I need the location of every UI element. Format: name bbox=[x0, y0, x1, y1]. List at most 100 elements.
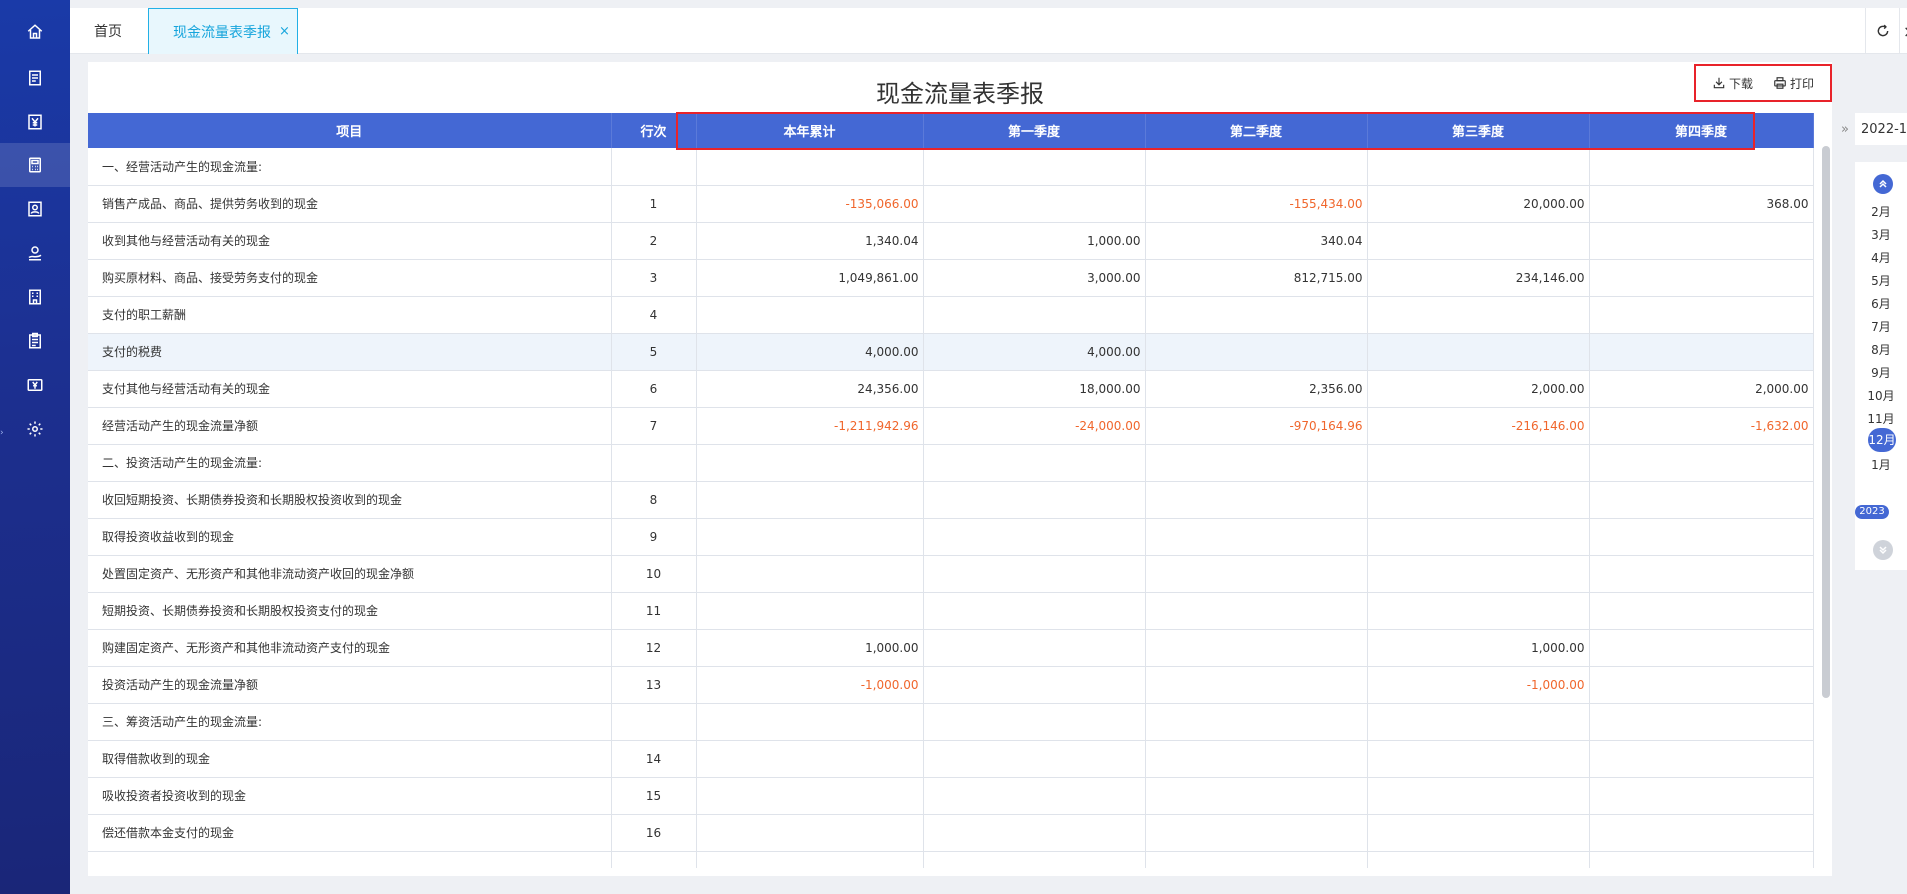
nav-assets[interactable] bbox=[0, 275, 70, 319]
close-icon: × bbox=[1903, 22, 1907, 41]
month-item[interactable]: 6月 bbox=[1855, 295, 1907, 312]
collapse-panel-button[interactable]: » bbox=[1833, 116, 1857, 142]
row-line-number: 8 bbox=[611, 481, 697, 519]
row-value-q2 bbox=[1145, 666, 1368, 704]
row-value-q2 bbox=[1145, 592, 1368, 630]
table-scrollbar[interactable] bbox=[1822, 146, 1830, 698]
tab-bar: 首页 现金流量表季报 × × bbox=[70, 8, 1907, 54]
table-row[interactable]: 一、经营活动产生的现金流量: bbox=[88, 148, 1814, 186]
row-value-q2 bbox=[1145, 518, 1368, 556]
table-row[interactable]: 偿还借款本金支付的现金 16 bbox=[88, 814, 1814, 852]
table-row[interactable]: 支付其他与经营活动有关的现金 6 24,356.00 18,000.00 2,356.0… bbox=[88, 370, 1814, 408]
row-value-q1: 4,000.00 bbox=[923, 333, 1146, 371]
column-header-item: 项目 bbox=[88, 113, 612, 148]
table-row[interactable]: 经营活动产生的现金流量净额 7 -1,211,942.96 -24,000.00 -97… bbox=[88, 407, 1814, 445]
row-line-number: 9 bbox=[611, 518, 697, 556]
table-row[interactable]: 二、投资活动产生的现金流量: bbox=[88, 444, 1814, 482]
nav-reports[interactable] bbox=[0, 143, 70, 187]
nav-settings[interactable] bbox=[0, 407, 70, 451]
refresh-button[interactable] bbox=[1865, 8, 1899, 54]
download-label: 下载 bbox=[1728, 76, 1753, 91]
row-line-number bbox=[611, 703, 697, 741]
nav-home[interactable] bbox=[0, 10, 70, 54]
row-item-name: 偿还借款本金支付的现金 bbox=[88, 814, 612, 852]
row-value-q4 bbox=[1589, 740, 1814, 778]
table-row[interactable]: 取得借款收到的现金 14 bbox=[88, 740, 1814, 778]
tab-cashflow-label: 现金流量表季报 bbox=[173, 24, 271, 41]
month-item[interactable]: 10月 bbox=[1855, 387, 1907, 404]
row-value-q3 bbox=[1367, 777, 1590, 815]
row-value-ytd bbox=[696, 814, 924, 852]
current-period[interactable]: 2022-12 bbox=[1855, 113, 1907, 145]
document-icon bbox=[29, 70, 41, 86]
row-value-ytd bbox=[696, 555, 924, 593]
row-value-q3: 234,146.00 bbox=[1367, 259, 1590, 297]
month-item[interactable]: 8月 bbox=[1855, 341, 1907, 358]
row-item-name: 购建固定资产、无形资产和其他非流动资产支付的现金 bbox=[88, 629, 612, 667]
row-item-name: 销售产成品、商品、提供劳务收到的现金 bbox=[88, 185, 612, 223]
table-row[interactable]: 投资活动产生的现金流量净额 13 -1,000.00 -1,000.00 bbox=[88, 666, 1814, 704]
row-item-name: 支付其他与经营活动有关的现金 bbox=[88, 370, 612, 408]
row-value-q2 bbox=[1145, 481, 1368, 519]
download-button[interactable]: 下载 bbox=[1712, 75, 1753, 92]
tab-home[interactable]: 首页 bbox=[70, 8, 146, 54]
month-item[interactable]: 9月 bbox=[1855, 364, 1907, 381]
table-row[interactable]: 销售产成品、商品、提供劳务收到的现金 1 -135,066.00 -155,434.0… bbox=[88, 185, 1814, 223]
user-document-icon bbox=[28, 201, 42, 217]
nav-vouchers[interactable] bbox=[0, 56, 70, 100]
table-row[interactable]: 购建固定资产、无形资产和其他非流动资产支付的现金 12 1,000.00 1,000.… bbox=[88, 629, 1814, 667]
table-row[interactable]: 吸收投资者投资收到的现金 15 bbox=[88, 777, 1814, 815]
nav-tax[interactable] bbox=[0, 363, 70, 407]
month-item[interactable]: 12月 bbox=[1868, 428, 1896, 452]
nav-personnel[interactable] bbox=[0, 187, 70, 231]
page-title: 现金流量表季报 bbox=[876, 80, 1044, 108]
row-value-q1 bbox=[923, 148, 1146, 186]
chevron-up-icon bbox=[1879, 179, 1887, 188]
row-value-q4 bbox=[1589, 555, 1814, 593]
month-item[interactable]: 2月 bbox=[1855, 203, 1907, 220]
table-row[interactable]: 三、筹资活动产生的现金流量: bbox=[88, 703, 1814, 741]
table-row[interactable]: 收回短期投资、长期债券投资和长期股权投资收到的现金 8 bbox=[88, 481, 1814, 519]
row-value-q1 bbox=[923, 814, 1146, 852]
row-value-q3 bbox=[1367, 555, 1590, 593]
table-row[interactable]: 处置固定资产、无形资产和其他非流动资产收回的现金净额 10 bbox=[88, 555, 1814, 593]
row-value-q1 bbox=[923, 592, 1146, 630]
table-row[interactable]: 收到其他与经营活动有关的现金 2 1,340.04 1,000.00 340.04 bbox=[88, 222, 1814, 260]
close-all-tabs-button[interactable]: × bbox=[1899, 8, 1907, 54]
table-row[interactable]: 购买原材料、商品、接受劳务支付的现金 3 1,049,861.00 3,000.00 8… bbox=[88, 259, 1814, 297]
table-row[interactable]: 短期投资、长期债券投资和长期股权投资支付的现金 11 bbox=[88, 592, 1814, 630]
month-item[interactable]: 4月 bbox=[1855, 249, 1907, 266]
table-row[interactable] bbox=[88, 851, 1814, 868]
row-line-number: 14 bbox=[611, 740, 697, 778]
row-item-name: 二、投资活动产生的现金流量: bbox=[88, 444, 612, 482]
nav-finance[interactable] bbox=[0, 100, 70, 144]
month-scroll-down-button[interactable] bbox=[1873, 540, 1893, 560]
report-table-container[interactable]: 项目 行次 本年累计 第一季度 第二季度 第三季度 第四季度 一、经营活动产生的… bbox=[88, 113, 1832, 868]
double-chevron-right-icon: » bbox=[1841, 121, 1849, 137]
row-item-name: 收回短期投资、长期债券投资和长期股权投资收到的现金 bbox=[88, 481, 612, 519]
table-row[interactable]: 支付的职工薪酬 4 bbox=[88, 296, 1814, 334]
yen-card-icon bbox=[27, 379, 43, 391]
month-item[interactable]: 3月 bbox=[1855, 226, 1907, 243]
tab-close-icon[interactable]: × bbox=[279, 24, 290, 39]
month-item[interactable]: 5月 bbox=[1855, 272, 1907, 289]
month-item[interactable]: 1月 bbox=[1855, 456, 1907, 473]
month-item[interactable]: 7月 bbox=[1855, 318, 1907, 335]
month-item[interactable]: 11月 bbox=[1855, 410, 1907, 427]
print-button[interactable]: 打印 bbox=[1773, 75, 1814, 92]
row-value-q3 bbox=[1367, 592, 1590, 630]
tab-cashflow-quarterly[interactable]: 现金流量表季报 × bbox=[148, 8, 298, 54]
sidebar-edge-arrow[interactable]: › bbox=[0, 428, 5, 438]
nav-tasks[interactable] bbox=[0, 319, 70, 363]
row-line-number: 3 bbox=[611, 259, 697, 297]
table-row[interactable]: 取得投资收益收到的现金 9 bbox=[88, 518, 1814, 556]
column-header-line: 行次 bbox=[611, 113, 697, 148]
table-row[interactable]: 支付的税费 5 4,000.00 4,000.00 bbox=[88, 333, 1814, 371]
report-panel: 现金流量表季报 下载 打印 项目 行次 本年累计 第一季度 第二季度 第三季度 bbox=[88, 62, 1832, 876]
clipboard-icon bbox=[29, 332, 41, 349]
nav-funds[interactable] bbox=[0, 231, 70, 275]
row-value-q3 bbox=[1367, 814, 1590, 852]
row-value-q1 bbox=[923, 555, 1146, 593]
row-line-number: 10 bbox=[611, 555, 697, 593]
month-scroll-up-button[interactable] bbox=[1873, 174, 1893, 194]
